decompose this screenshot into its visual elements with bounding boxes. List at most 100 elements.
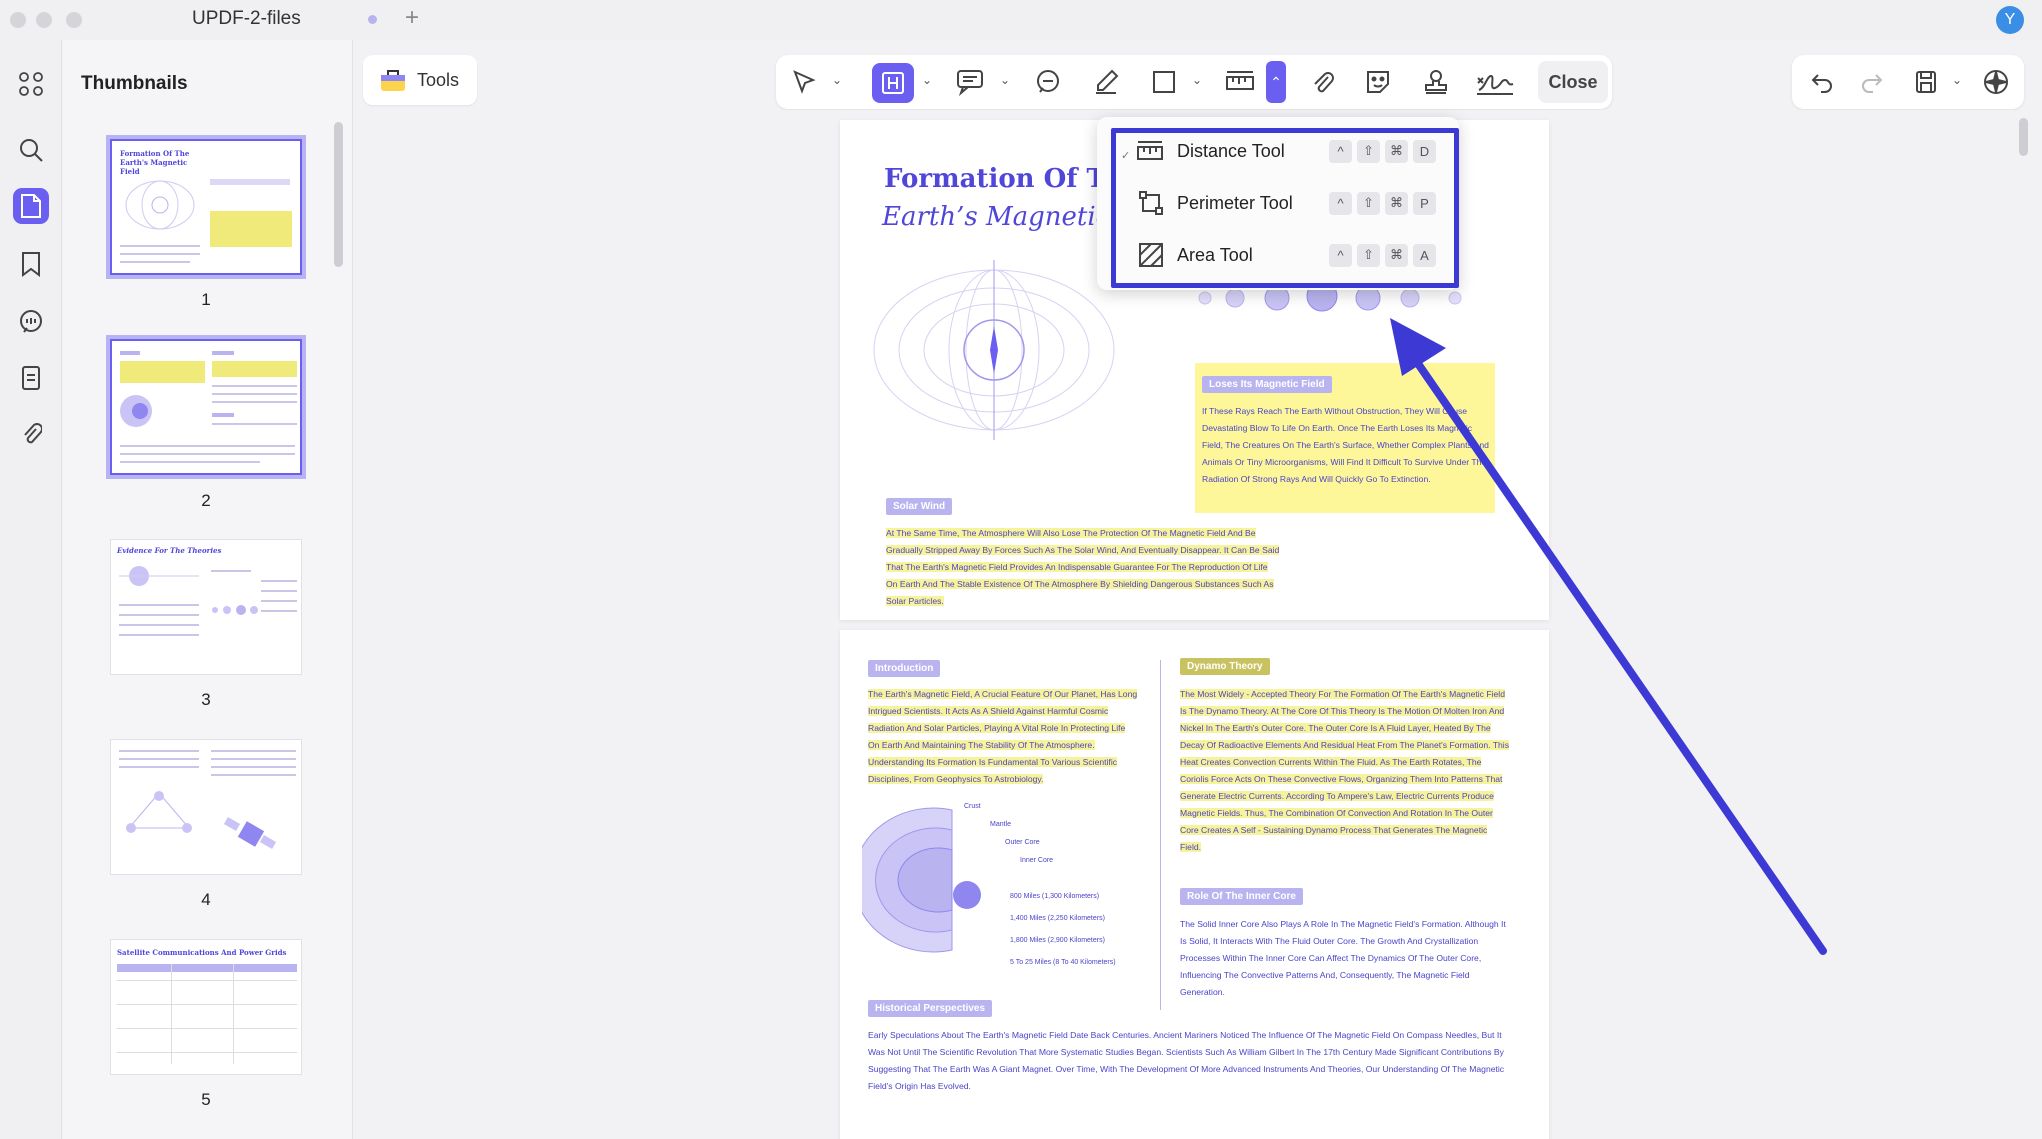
unsaved-dot-icon	[368, 15, 377, 24]
inner-core-text: The Solid Inner Core Also Plays A Role I…	[1180, 919, 1506, 997]
thumbnail-page-4[interactable]	[110, 739, 302, 875]
new-tab-button[interactable]: +	[405, 4, 419, 32]
loses-field-text: If These Rays Reach The Earth Without Ob…	[1202, 406, 1489, 484]
document-page-2: Introduction The Earth's Magnetic Field,…	[840, 630, 1549, 1139]
thumbnail-1-text: Formation Of The Earth's Magnetic Field	[120, 149, 190, 176]
ai-assistant-icon[interactable]	[1980, 66, 2012, 98]
select-cursor-icon[interactable]	[788, 66, 820, 98]
area-hatch-icon	[1139, 243, 1163, 267]
thumbnail-number-2: 2	[201, 491, 211, 510]
perimeter-tool-label: Perimeter Tool	[1177, 192, 1293, 213]
window-minimize-button[interactable]	[36, 12, 52, 28]
introduction-text: The Earth's Magnetic Field, A Crucial Fe…	[868, 689, 1138, 784]
thumbnail-number-3: 3	[201, 690, 211, 709]
attachments-pages-icon[interactable]	[13, 360, 49, 396]
paperclip-icon[interactable]	[13, 416, 49, 452]
tag-introduction: Introduction	[868, 660, 941, 677]
redo-icon[interactable]	[1856, 66, 1888, 98]
thumbnail-page-2[interactable]	[106, 335, 306, 479]
shortcut-key-command: ⌘	[1385, 243, 1408, 267]
pencil-tool-icon[interactable]	[1090, 66, 1122, 98]
thumbnail-5-text: Satellite Communications And Power Grids	[117, 948, 287, 957]
stamp-icon[interactable]	[1420, 66, 1452, 98]
title-bar: UPDF-2-files + Y	[0, 0, 2042, 40]
undo-icon[interactable]	[1806, 66, 1838, 98]
historical-text: Early Speculations About The Earth's Mag…	[868, 1030, 1505, 1091]
document-tab-title[interactable]: UPDF-2-files	[192, 8, 301, 30]
thumbnail-page-3[interactable]: Evidence For The Theories	[110, 539, 302, 675]
tools-label: Tools	[417, 69, 460, 90]
perimeter-icon	[1139, 191, 1163, 215]
depth-label-4: 5 To 25 Miles (8 To 40 Kilometers)	[1010, 959, 1116, 966]
signature-icon[interactable]	[1474, 66, 1516, 98]
shortcut-key-command: ⌘	[1385, 139, 1408, 163]
sticker-icon[interactable]	[1362, 66, 1394, 98]
annotation-toolbar: ⌄ ⌄ ⌄ ⌄ ⌃ Close	[776, 55, 1612, 109]
menu-item-area-tool[interactable]: Area Tool ^ ⇧ ⌘ A	[1137, 235, 1457, 275]
window-close-button[interactable]	[10, 12, 26, 28]
menu-item-distance-tool[interactable]: Distance Tool ^ ⇧ ⌘ D	[1137, 131, 1457, 171]
measure-ruler-icon[interactable]	[1224, 66, 1256, 98]
menu-item-perimeter-tool[interactable]: Perimeter Tool ^ ⇧ ⌘ P	[1137, 183, 1457, 223]
shortcut-key-shift: ⇧	[1357, 191, 1380, 215]
shortcut-key-p: P	[1413, 191, 1436, 215]
shortcut-key-shift: ⇧	[1357, 243, 1380, 267]
core-label-crust: Crust	[964, 803, 981, 810]
document-scrollbar[interactable]	[2019, 118, 2028, 156]
shape-rectangle-icon[interactable]	[1148, 66, 1180, 98]
solar-wind-text: At The Same Time, The Atmosphere Will Al…	[886, 528, 1280, 606]
depth-label-3: 1,800 Miles (2,900 Kilometers)	[1010, 937, 1105, 944]
shortcut-key-shift: ⇧	[1357, 139, 1380, 163]
core-label-inner: Inner Core	[1020, 857, 1054, 864]
tools-button[interactable]: Tools	[363, 55, 477, 105]
thumbnail-number-1: 1	[201, 290, 211, 309]
close-toolbar-button[interactable]: Close	[1538, 61, 1608, 103]
measure-chevron-up-icon[interactable]: ⌃	[1266, 61, 1286, 103]
magnetic-field-diagram	[873, 260, 1115, 440]
save-icon[interactable]	[1910, 66, 1942, 98]
dynamo-theory-text: The Most Widely - Accepted Theory For Th…	[1180, 689, 1509, 852]
core-label-outer: Outer Core	[1005, 839, 1040, 846]
window-zoom-button[interactable]	[66, 12, 82, 28]
area-tool-label: Area Tool	[1177, 244, 1253, 265]
tag-loses-field: Loses Its Magnetic Field	[1202, 376, 1332, 393]
thumbnail-number-4: 4	[201, 890, 211, 909]
thumbnails-icon[interactable]	[13, 188, 49, 224]
tag-dynamo-theory: Dynamo Theory	[1180, 658, 1270, 675]
toolbox-icon	[381, 70, 405, 91]
distance-tool-label: Distance Tool	[1177, 140, 1285, 161]
tag-inner-core: Role Of The Inner Core	[1180, 888, 1303, 905]
save-chevron-down-icon[interactable]: ⌄	[1952, 73, 1962, 87]
thumbnail-page-1[interactable]: Formation Of The Earth's Magnetic Field	[106, 135, 306, 279]
highlight-chevron-down-icon[interactable]: ⌄	[922, 73, 932, 87]
search-icon[interactable]	[13, 132, 49, 168]
comment-chevron-down-icon[interactable]: ⌄	[1000, 73, 1010, 87]
column-divider	[1160, 660, 1161, 1010]
thumbnails-scrollbar[interactable]	[334, 122, 343, 267]
thumbnail-3-text: Evidence For The Theories	[117, 546, 222, 555]
apps-grid-icon[interactable]	[13, 66, 49, 102]
measure-tools-menu: ✓ Distance Tool ^ ⇧ ⌘ D Perimeter Tool ^…	[1097, 117, 1459, 290]
thumbnail-page-5[interactable]: Satellite Communications And Power Grids	[110, 939, 302, 1075]
attachment-icon[interactable]	[1306, 66, 1338, 98]
depth-label-2: 1,400 Miles (2,250 Kilometers)	[1010, 915, 1105, 922]
distance-ruler-icon	[1137, 141, 1163, 160]
bookmark-icon[interactable]	[13, 246, 49, 282]
shortcut-key-control: ^	[1329, 139, 1352, 163]
text-comment-icon[interactable]	[1032, 66, 1064, 98]
shortcut-key-d: D	[1413, 139, 1436, 163]
depth-label-1: 800 Miles (1,300 Kilometers)	[1010, 893, 1100, 900]
core-label-mantle: Mantle	[990, 821, 1012, 828]
thumbnail-number-5: 5	[201, 1090, 211, 1109]
tag-solar-wind: Solar Wind	[886, 498, 953, 515]
shortcut-key-control: ^	[1329, 243, 1352, 267]
text-highlight-tool-button[interactable]	[872, 63, 914, 103]
comment-tool-icon[interactable]	[954, 66, 986, 98]
shape-chevron-down-icon[interactable]: ⌄	[1192, 73, 1202, 87]
user-avatar[interactable]: Y	[1996, 6, 2024, 34]
shortcut-key-control: ^	[1329, 191, 1352, 215]
earth-layers-diagram	[862, 807, 981, 953]
comments-icon[interactable]	[13, 304, 49, 340]
left-rail	[0, 40, 62, 1139]
select-chevron-down-icon[interactable]: ⌄	[832, 73, 842, 87]
